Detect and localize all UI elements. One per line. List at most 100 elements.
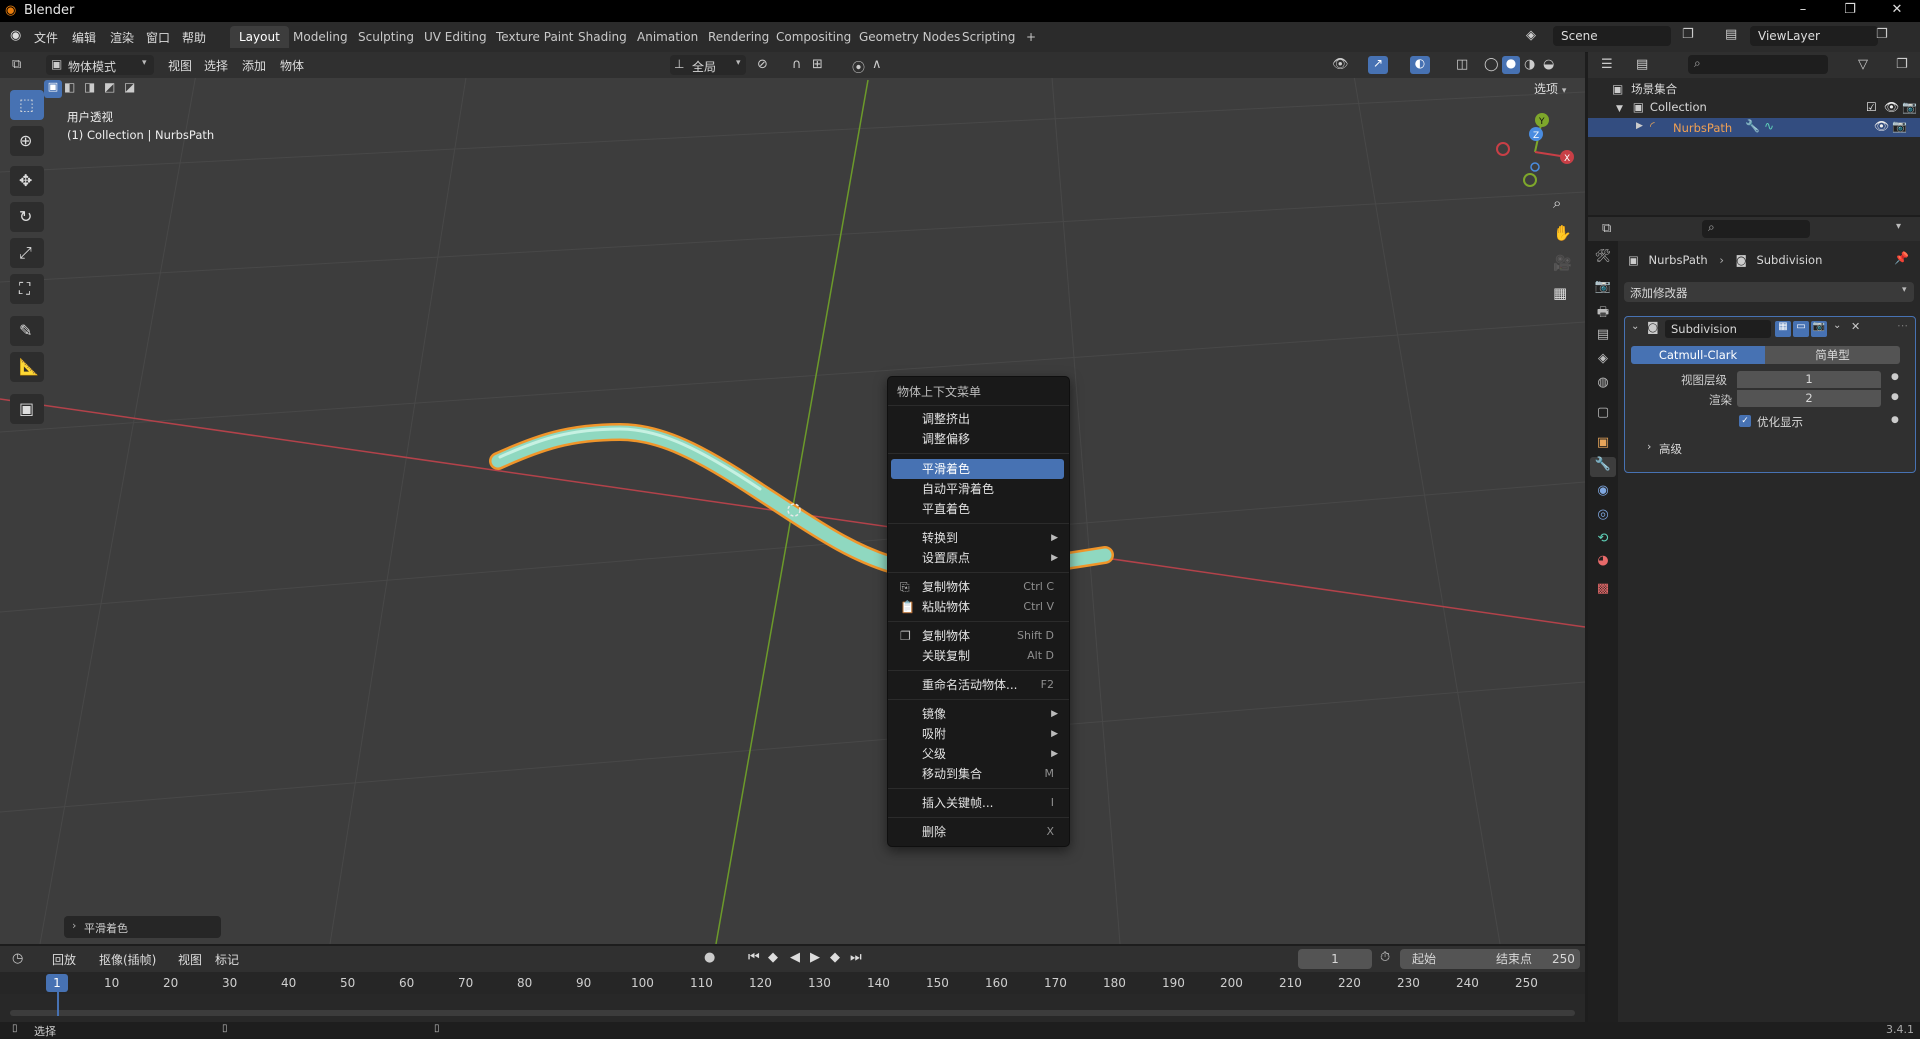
last-operator-panel[interactable]: › 平滑着色 — [64, 916, 221, 938]
menu-window[interactable]: 窗口 — [146, 29, 170, 46]
restore-button[interactable]: ❐ — [1835, 2, 1865, 17]
tab-sculpting[interactable]: Sculpting — [349, 26, 423, 48]
view-layer-icon[interactable]: ▤ — [1725, 27, 1737, 42]
render-levels-field[interactable]: 2 — [1737, 390, 1881, 407]
rendered-shading-icon[interactable]: ◒ — [1543, 57, 1554, 72]
menu-keying[interactable]: 抠像(插帧) — [99, 951, 156, 968]
display-mode-icon[interactable]: ▤ — [1636, 57, 1648, 72]
outliner-collection[interactable]: ▼ ▣ Collection ☑ 👁 📷 — [1616, 100, 1920, 114]
tab-animation[interactable]: Animation — [628, 26, 707, 48]
menu-item-snap[interactable]: 吸附 ▶ — [891, 724, 1064, 744]
select-tool-button[interactable]: ⬚ — [10, 90, 44, 120]
minimize-button[interactable]: – — [1788, 2, 1818, 17]
cursor-tool-button[interactable]: ⊕ — [10, 126, 44, 156]
play-reverse-icon[interactable]: ◀ — [790, 950, 800, 965]
object-eye-icon[interactable]: 👁 — [1874, 119, 1889, 133]
menu-help[interactable]: 帮助 — [182, 29, 206, 46]
menu-file[interactable]: 文件 — [34, 29, 58, 46]
algo-catmull-clark-button[interactable]: Catmull-Clark — [1631, 346, 1765, 364]
gizmo-neg-y[interactable] — [1523, 173, 1537, 187]
scene-tab-icon[interactable]: ◈ — [1593, 351, 1613, 371]
scene-field[interactable]: Scene — [1553, 26, 1671, 46]
object-render-icon[interactable]: 📷 — [1892, 119, 1907, 133]
jump-end-icon[interactable]: ⏭ — [850, 950, 862, 965]
menu-render[interactable]: 渲染 — [110, 29, 134, 46]
next-keyframe-icon[interactable]: ◆ — [830, 950, 840, 965]
falloff-icon[interactable]: ∧ — [872, 57, 882, 72]
solid-shading-icon[interactable]: ● — [1502, 56, 1520, 74]
menu-item-parent[interactable]: 父级 ▶ — [891, 744, 1064, 764]
menu-item-paste-objects[interactable]: 📋 粘贴物体 Ctrl V — [891, 597, 1064, 617]
render-tab-icon[interactable]: 📷 — [1593, 279, 1613, 299]
move-tool-button[interactable]: ✥ — [10, 166, 44, 196]
menu-item-shade-flat[interactable]: 平直着色 — [891, 499, 1064, 519]
menu-item-adjust-offset[interactable]: 调整偏移 — [891, 429, 1064, 449]
add-cube-tool-button[interactable]: ▣ — [10, 394, 44, 424]
menu-item-mirror[interactable]: 镜像 ▶ — [891, 704, 1064, 724]
xray-icon[interactable]: ◫ — [1456, 57, 1468, 72]
menu-item-convert-to[interactable]: 转换到 ▶ — [891, 528, 1064, 548]
outliner-scene-collection[interactable]: ▣ 场景集合 — [1612, 81, 1677, 97]
levels-viewport-field[interactable]: 1 — [1737, 371, 1881, 388]
menu-item-duplicate-linked[interactable]: 关联复制 Alt D — [891, 646, 1064, 666]
outliner-editor-icon[interactable]: ☰ — [1601, 57, 1613, 72]
outliner-object-row[interactable]: ▶ ◜ NurbsPath 🔧 ∿ 👁 📷 — [1588, 118, 1920, 137]
menu-timeline-view[interactable]: 视图 — [178, 951, 202, 968]
tab-uv-editing[interactable]: UV Editing — [415, 26, 496, 48]
filter-icon[interactable]: ▽ — [1858, 57, 1868, 72]
timeline-editor-icon[interactable]: ◷ — [12, 951, 23, 966]
menu-item-insert-keyframe[interactable]: 插入关键帧... I — [891, 793, 1064, 813]
timeline-scrollbar[interactable] — [10, 1010, 1575, 1016]
collection-render-icon[interactable]: 📷 — [1902, 100, 1917, 114]
drag-handle-icon[interactable]: ⋯ — [1897, 319, 1908, 332]
properties-editor-icon[interactable]: ⧉ — [1602, 221, 1611, 236]
ortho-grid-icon[interactable]: ▦ — [1553, 284, 1567, 302]
material-shading-icon[interactable]: ◑ — [1524, 57, 1535, 72]
outliner-search-input[interactable]: ⌕ — [1688, 55, 1828, 74]
menu-item-shade-auto-smooth[interactable]: 自动平滑着色 — [891, 479, 1064, 499]
physics-tab-icon[interactable]: ◎ — [1593, 507, 1613, 527]
pivot-icon[interactable]: ⊘ — [757, 57, 768, 72]
menu-object[interactable]: 物体 — [280, 57, 304, 74]
transform-tool-button[interactable]: ⛶ — [10, 274, 44, 304]
menu-marker[interactable]: 标记 — [215, 951, 239, 968]
expand-arrow-icon[interactable]: ▶ — [1636, 121, 1643, 131]
jump-start-icon[interactable]: ⏮ — [748, 950, 760, 965]
keyframe-dot-icon[interactable]: ● — [1891, 392, 1899, 402]
annotate-tool-button[interactable]: ✎ — [10, 316, 44, 346]
output-tab-icon[interactable]: 🖶 — [1593, 303, 1613, 323]
menu-item-adjust-extrude[interactable]: 调整挤出 — [891, 409, 1064, 429]
tab-modeling[interactable]: Modeling — [284, 26, 357, 48]
add-modifier-dropdown[interactable]: 添加修改器 ▾ — [1624, 282, 1914, 302]
select-subtract-icon[interactable]: ◨ — [84, 80, 95, 94]
constraints-tab-icon[interactable]: ⟲ — [1593, 531, 1613, 551]
material-tab-icon[interactable]: ▩ — [1593, 581, 1613, 601]
menu-edit[interactable]: 编辑 — [72, 29, 96, 46]
expand-arrow-icon[interactable]: ▼ — [1616, 104, 1623, 114]
particles-tab-icon[interactable]: ◉ — [1593, 483, 1613, 503]
new-scene-icon[interactable]: ❐ — [1682, 27, 1694, 42]
add-workspace-button[interactable]: + — [1017, 26, 1045, 48]
gizmo-toggle-icon[interactable]: ↗ — [1368, 56, 1388, 74]
blender-menu-icon[interactable]: ◉ — [10, 28, 21, 43]
optimal-display-checkbox[interactable]: ✓ — [1739, 415, 1751, 427]
playhead[interactable]: 1 — [46, 974, 68, 992]
snap-target-icon[interactable]: ⊞ — [812, 57, 823, 72]
scene-icon[interactable]: ◈ — [1526, 28, 1536, 43]
new-view-layer-icon[interactable]: ❐ — [1876, 27, 1888, 42]
menu-item-copy-objects[interactable]: ⎘ 复制物体 Ctrl C — [891, 577, 1064, 597]
render-toggle-icon[interactable]: 📷 — [1811, 321, 1827, 337]
select-intersect-icon[interactable]: ◪ — [124, 80, 135, 94]
menu-add[interactable]: 添加 — [242, 57, 266, 74]
world-tab-icon[interactable]: ◍ — [1593, 375, 1613, 395]
select-invert-icon[interactable]: ◩ — [104, 80, 115, 94]
tab-scripting[interactable]: Scripting — [953, 26, 1024, 48]
object-tab-icon[interactable]: ▣ — [1593, 435, 1613, 455]
transform-orientation-dropdown[interactable]: ⊥ 全局 ▾ — [670, 55, 746, 75]
remove-modifier-icon[interactable]: ✕ — [1851, 320, 1860, 333]
properties-search-input[interactable]: ⌕ — [1702, 220, 1810, 238]
measure-tool-button[interactable]: 📐 — [10, 352, 44, 382]
keyframe-dot-icon[interactable]: ● — [1891, 415, 1899, 425]
menu-view[interactable]: 视图 — [168, 57, 192, 74]
menu-item-move-to-collection[interactable]: 移动到集合 M — [891, 764, 1064, 784]
